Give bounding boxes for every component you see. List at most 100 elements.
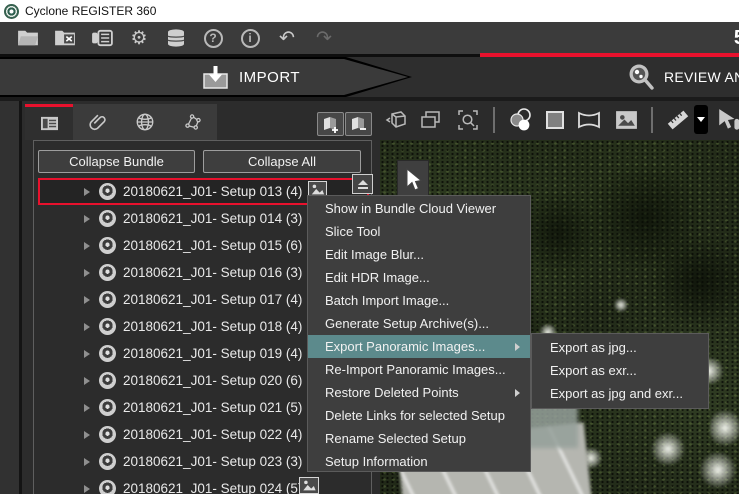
- expander-icon[interactable]: [84, 215, 90, 223]
- setup-target-icon: [99, 345, 116, 362]
- review-tab[interactable]: REVIEW AND: [626, 57, 739, 97]
- expander-icon[interactable]: [84, 404, 90, 412]
- submenu-item-export-jpg[interactable]: Export as jpg...: [532, 336, 708, 359]
- menu-item-show-in-bundle-cloud-viewer[interactable]: Show in Bundle Cloud Viewer: [308, 197, 530, 220]
- main-toolbar: ⚙ ? i ↶ ↷: [0, 22, 739, 54]
- map-minus-icon: [349, 115, 369, 133]
- tree-row-setup-024[interactable]: 20180621_J01- Setup 024 (5): [34, 475, 371, 494]
- open-project-icon[interactable]: [16, 26, 40, 50]
- menu-item-generate-setup-archives[interactable]: Generate Setup Archive(s)...: [308, 312, 530, 335]
- menu-item-batch-import-image[interactable]: Batch Import Image...: [308, 289, 530, 312]
- expander-icon[interactable]: [84, 296, 90, 304]
- setups-list-icon: [40, 115, 59, 132]
- tab-geotags[interactable]: [121, 104, 169, 140]
- expander-icon[interactable]: [84, 377, 90, 385]
- import-icon: [202, 64, 229, 91]
- remove-map-button[interactable]: [345, 112, 372, 136]
- setup-target-icon: [99, 399, 116, 416]
- settings-gear-icon[interactable]: ⚙: [127, 26, 151, 50]
- setup-image-button[interactable]: [299, 477, 319, 494]
- tab-setups[interactable]: [25, 104, 73, 140]
- toolbar-separator: [651, 107, 653, 133]
- unfold-view-icon[interactable]: [383, 106, 409, 134]
- tab-constellation[interactable]: [169, 104, 217, 140]
- submenu-arrow-icon: [515, 389, 520, 397]
- expander-icon[interactable]: [84, 188, 90, 196]
- window-title: Cyclone REGISTER 360: [25, 4, 156, 18]
- setup-target-icon: [99, 237, 116, 254]
- image-icon: [300, 478, 318, 493]
- chevron-down-icon: [697, 117, 705, 122]
- import-tab-label: IMPORT: [239, 69, 300, 86]
- expander-icon[interactable]: [84, 458, 90, 466]
- close-project-icon[interactable]: [53, 26, 77, 50]
- review-tab-label: REVIEW AND: [664, 69, 739, 85]
- setup-label: 20180621_J01- Setup 019 (4): [123, 346, 302, 361]
- expander-icon[interactable]: [84, 431, 90, 439]
- menu-item-slice-tool[interactable]: Slice Tool: [308, 220, 530, 243]
- redo-icon: ↷: [312, 26, 336, 50]
- submenu-item-export-jpg-and-exr[interactable]: Export as jpg and exr...: [532, 382, 708, 405]
- setup-context-menu: Show in Bundle Cloud Viewer Slice Tool E…: [307, 195, 531, 472]
- tab-links[interactable]: [73, 104, 121, 140]
- undo-icon[interactable]: ↶: [275, 26, 299, 50]
- expander-icon[interactable]: [84, 485, 90, 493]
- setup-target-icon: [99, 453, 116, 470]
- highlight-spot: [613, 298, 629, 312]
- menu-item-setup-information[interactable]: Setup Information: [308, 450, 530, 473]
- setup-label: 20180621_J01- Setup 016 (3): [123, 265, 302, 280]
- database-icon[interactable]: [164, 26, 188, 50]
- paperclip-icon: [87, 112, 107, 132]
- menu-item-edit-hdr-image[interactable]: Edit HDR Image...: [308, 266, 530, 289]
- menu-item-delete-links[interactable]: Delete Links for selected Setup: [308, 404, 530, 427]
- measure-tool-icon[interactable]: [665, 106, 691, 134]
- review-optimize-icon: [626, 62, 656, 92]
- menu-item-edit-image-blur[interactable]: Edit Image Blur...: [308, 243, 530, 266]
- cursor-arrow-icon: [403, 168, 423, 194]
- setup-label: 20180621_J01- Setup 023 (3): [123, 454, 302, 469]
- menu-item-export-panoramic-images[interactable]: Export Panoramic Images...: [308, 335, 530, 358]
- setup-target-icon: [99, 183, 116, 200]
- menu-item-rename-selected-setup[interactable]: Rename Selected Setup: [308, 427, 530, 450]
- menu-item-reimport-panoramic-images[interactable]: Re-Import Panoramic Images...: [308, 358, 530, 381]
- expander-icon[interactable]: [84, 350, 90, 358]
- foliage-shadow: [650, 240, 739, 325]
- info-icon[interactable]: i: [238, 26, 262, 50]
- menu-item-restore-deleted-points[interactable]: Restore Deleted Points: [308, 381, 530, 404]
- setup-target-icon: [99, 264, 116, 281]
- highlight-spot: [698, 452, 738, 488]
- submenu-item-export-exr[interactable]: Export as exr...: [532, 359, 708, 382]
- expander-icon[interactable]: [84, 242, 90, 250]
- collapse-row-button[interactable]: [352, 174, 373, 194]
- export-submenu: Export as jpg... Export as exr... Export…: [531, 333, 709, 409]
- title-bar: Cyclone REGISTER 360: [0, 0, 739, 22]
- collapse-bundle-button[interactable]: Collapse Bundle: [38, 150, 195, 173]
- expander-icon[interactable]: [84, 323, 90, 331]
- cyclone-register-window: Cyclone REGISTER 360 ⚙ ? i ↶ ↷ 5 IMPORT: [0, 0, 739, 494]
- collapse-all-button[interactable]: Collapse All: [203, 150, 361, 173]
- submenu-arrow-icon: [515, 343, 520, 351]
- panorama-view-icon[interactable]: [576, 106, 602, 134]
- import-device-icon[interactable]: [90, 26, 114, 50]
- pick-point-icon[interactable]: [716, 106, 739, 134]
- image-view-icon[interactable]: [613, 106, 639, 134]
- overlap-views-icon[interactable]: [418, 106, 444, 134]
- color-mode-icon[interactable]: [508, 106, 534, 134]
- constellation-icon: [183, 112, 203, 132]
- toolbar-separator: [493, 107, 495, 133]
- setup-target-icon: [99, 291, 116, 308]
- expander-icon[interactable]: [84, 269, 90, 277]
- setup-label: 20180621_J01- Setup 013 (4): [123, 184, 302, 199]
- measure-dropdown-button[interactable]: [694, 105, 708, 134]
- zoom-region-icon[interactable]: [455, 106, 481, 134]
- setup-target-icon: [99, 480, 116, 494]
- add-map-button[interactable]: [317, 112, 344, 136]
- highlight-spot: [650, 432, 686, 466]
- solid-fill-icon[interactable]: [542, 106, 568, 134]
- help-icon[interactable]: ?: [201, 26, 225, 50]
- setup-label: 20180621_J01- Setup 021 (5): [123, 400, 302, 415]
- setup-label: 20180621_J01- Setup 024 (5): [123, 481, 302, 494]
- setup-label: 20180621_J01- Setup 018 (4): [123, 319, 302, 334]
- stage-count-badge: 5: [734, 27, 739, 50]
- import-tab-content[interactable]: IMPORT: [202, 57, 300, 97]
